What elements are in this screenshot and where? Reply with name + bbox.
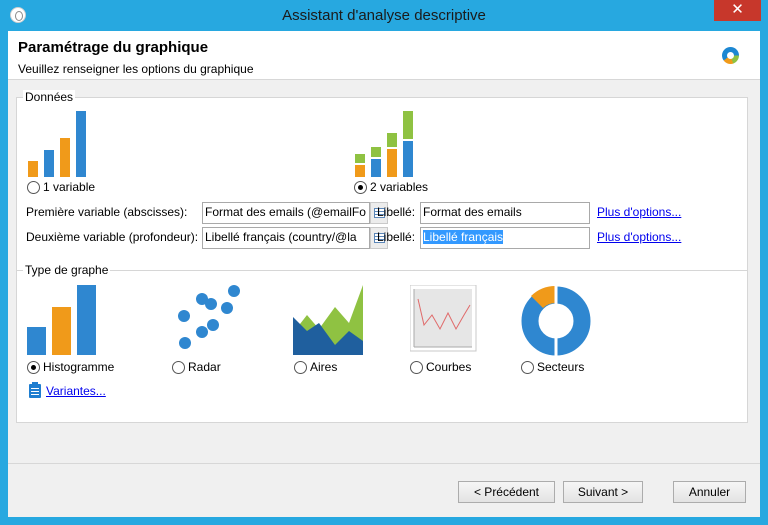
second-variable-input[interactable]: Libellé français (country/@la (202, 227, 370, 249)
previous-button[interactable]: < Précédent (458, 481, 555, 503)
close-button[interactable]: ✕ (714, 0, 761, 21)
lines-radio-dot (410, 360, 423, 374)
second-more-options-link[interactable]: Plus d'options... (597, 230, 681, 244)
one-variable-radio[interactable]: 1 variable (27, 180, 95, 194)
first-libelle-label: Libellé: (377, 205, 416, 219)
first-variable-input[interactable]: Format des emails (@emailFo (202, 202, 370, 224)
two-variables-radio-dot (354, 180, 367, 194)
first-more-options-link[interactable]: Plus d'options... (597, 205, 681, 219)
pie-radio-dot (521, 360, 534, 374)
data-group: Données 1 variable 2 variables Première … (16, 90, 748, 294)
pie-label: Secteurs (537, 360, 585, 374)
histogram-icon[interactable] (27, 285, 99, 355)
pie-chart-icon[interactable] (520, 285, 592, 357)
chart-type-area-radio[interactable]: Aires (294, 360, 337, 374)
chart-type-pie-radio[interactable]: Secteurs (521, 360, 584, 374)
histogram-radio-dot (27, 360, 40, 374)
next-button[interactable]: Suivant > (563, 481, 643, 503)
two-variables-chart-icon (355, 111, 413, 177)
second-libelle-label: Libellé: (377, 230, 416, 244)
one-variable-label: 1 variable (43, 180, 96, 194)
chart-type-lines-radio[interactable]: Courbes (410, 360, 471, 374)
area-chart-icon[interactable] (293, 285, 365, 355)
line-chart-icon[interactable] (410, 285, 480, 355)
chart-type-radar-radio[interactable]: Radar (172, 360, 221, 374)
footer-divider (8, 463, 760, 464)
second-libelle-selected-text: Libellé français (423, 230, 504, 244)
area-label: Aires (310, 360, 338, 374)
page-subtitle: Veuillez renseigner les options du graph… (18, 62, 254, 76)
variants-link[interactable]: Variantes... (46, 384, 106, 398)
chart-type-group: Type de graphe Histogramme Radar Aires C… (16, 263, 748, 423)
window: Assistant d'analyse descriptive ✕ Paramé… (0, 0, 768, 525)
chart-type-group-legend: Type de graphe (23, 263, 111, 277)
second-libelle-input[interactable]: Libellé français (420, 227, 590, 249)
one-variable-radio-dot (27, 180, 40, 194)
cancel-button[interactable]: Annuler (673, 481, 746, 503)
data-group-legend: Données (23, 90, 76, 104)
second-variable-label: Deuxième variable (profondeur): (26, 230, 199, 244)
window-title: Assistant d'analyse descriptive (282, 7, 486, 24)
one-variable-chart-icon (28, 111, 86, 177)
two-variables-radio[interactable]: 2 variables (354, 180, 428, 194)
first-variable-label: Première variable (abscisses): (26, 205, 188, 219)
chart-type-histogram-radio[interactable]: Histogramme (27, 360, 114, 374)
clipboard-icon (29, 382, 41, 398)
area-radio-dot (294, 360, 307, 374)
radar-radio-dot (172, 360, 185, 374)
radar-icon[interactable] (172, 285, 244, 355)
radar-label: Radar (188, 360, 221, 374)
first-libelle-input[interactable]: Format des emails (420, 202, 590, 224)
two-variables-label: 2 variables (370, 180, 429, 194)
page-title: Paramétrage du graphique (18, 39, 209, 56)
wizard-header: Paramétrage du graphique Veuillez rensei… (8, 31, 760, 80)
histogram-label: Histogramme (43, 360, 115, 374)
adobe-campaign-logo-icon (722, 47, 739, 64)
title-bar[interactable]: Assistant d'analyse descriptive ✕ (0, 0, 768, 31)
wizard-client-area: Paramétrage du graphique Veuillez rensei… (8, 31, 760, 517)
lines-label: Courbes (426, 360, 472, 374)
